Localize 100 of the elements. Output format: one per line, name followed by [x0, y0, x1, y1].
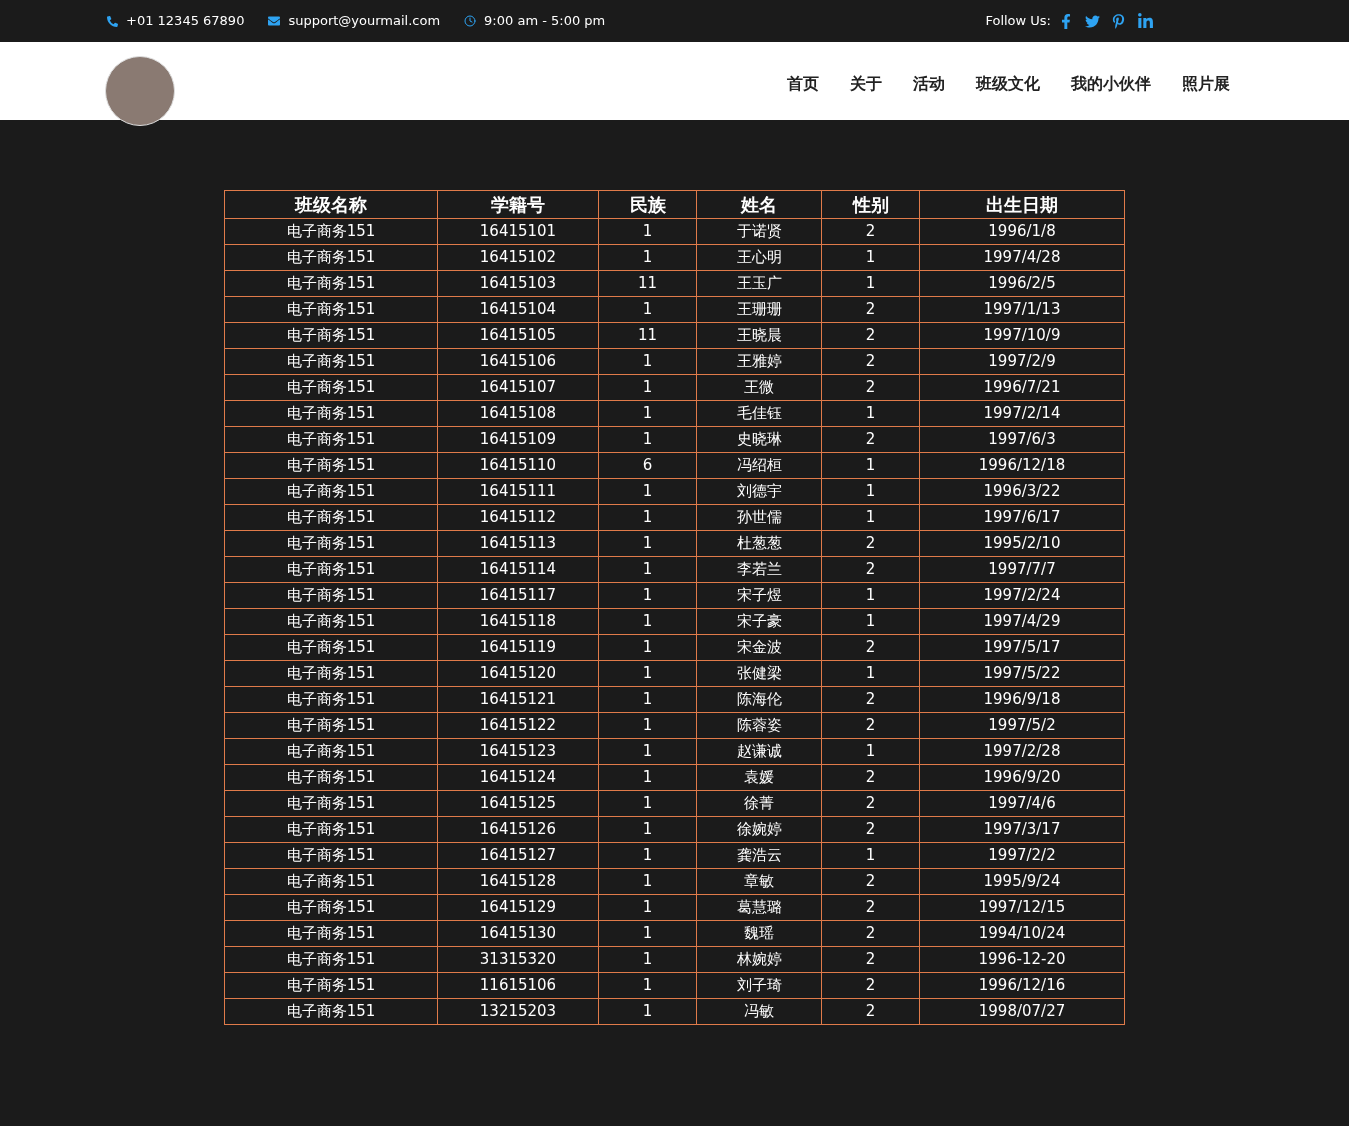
table-cell: 1	[598, 842, 697, 869]
mail-icon	[268, 15, 281, 27]
table-cell: 1	[821, 270, 920, 297]
table-cell: 毛佳钰	[696, 400, 822, 427]
table-cell: 电子商务151	[224, 998, 438, 1025]
table-cell: 1996/1/8	[919, 218, 1125, 245]
table-cell: 2	[821, 998, 920, 1025]
table-cell: 2	[821, 634, 920, 661]
table-cell: 1	[821, 244, 920, 271]
table-cell: 1	[598, 764, 697, 791]
table-cell: 电子商务151	[224, 400, 438, 427]
table-cell: 16415107	[437, 374, 599, 401]
table-cell: 1997/12/15	[919, 894, 1125, 921]
table-cell: 电子商务151	[224, 764, 438, 791]
table-cell: 章敏	[696, 868, 822, 895]
table-cell: 电子商务151	[224, 270, 438, 297]
table-cell: 电子商务151	[224, 504, 438, 531]
table-cell: 电子商务151	[224, 244, 438, 271]
table-cell: 1	[598, 348, 697, 375]
nav-link[interactable]: 关于	[850, 72, 882, 96]
table-cell: 电子商务151	[224, 582, 438, 609]
table-cell: 16415110	[437, 452, 599, 479]
table-cell: 1	[598, 868, 697, 895]
table-cell: 陈蓉姿	[696, 712, 822, 739]
table-cell: 16415130	[437, 920, 599, 947]
table-cell: 1997/4/6	[919, 790, 1125, 817]
table-cell: 16415113	[437, 530, 599, 557]
table-cell: 孙世儒	[696, 504, 822, 531]
table-cell: 电子商务151	[224, 920, 438, 947]
table-cell: 电子商务151	[224, 686, 438, 713]
table-cell: 1	[821, 478, 920, 505]
table-cell: 刘子琦	[696, 972, 822, 999]
table-cell: 1995/9/24	[919, 868, 1125, 895]
table-cell: 1	[598, 738, 697, 765]
table-cell: 1	[598, 608, 697, 635]
nav-link[interactable]: 首页	[787, 72, 819, 96]
table-cell: 电子商务151	[224, 426, 438, 453]
table-cell: 1	[598, 660, 697, 687]
table-cell: 2	[821, 920, 920, 947]
linkedin-icon[interactable]	[1137, 12, 1154, 30]
table-cell: 16415105	[437, 322, 599, 349]
table-cell: 1	[598, 530, 697, 557]
table-cell: 2	[821, 972, 920, 999]
table-cell: 1997/6/3	[919, 426, 1125, 453]
table-cell: 葛慧璐	[696, 894, 822, 921]
table-cell: 1	[598, 894, 697, 921]
table-cell: 徐菁	[696, 790, 822, 817]
table-cell: 1997/6/17	[919, 504, 1125, 531]
table-cell: 16415117	[437, 582, 599, 609]
table-cell: 1	[598, 946, 697, 973]
table-cell: 电子商务151	[224, 790, 438, 817]
twitter-icon[interactable]	[1085, 13, 1100, 29]
table-cell: 13215203	[437, 998, 599, 1025]
table-cell: 16415108	[437, 400, 599, 427]
table-cell: 1996/12/18	[919, 452, 1125, 479]
table-cell: 史晓琳	[696, 426, 822, 453]
table-cell: 1	[821, 504, 920, 531]
table-cell: 于诺贤	[696, 218, 822, 245]
table-cell: 王心明	[696, 244, 822, 271]
table-cell: 2	[821, 868, 920, 895]
table-cell: 16415120	[437, 660, 599, 687]
table-cell: 1997/4/28	[919, 244, 1125, 271]
table-cell: 16415106	[437, 348, 599, 375]
pinterest-icon[interactable]	[1112, 13, 1125, 29]
table-cell: 1996/12/16	[919, 972, 1125, 999]
table-cell: 1	[598, 582, 697, 609]
table-cell: 2	[821, 426, 920, 453]
table-cell: 1	[598, 920, 697, 947]
column-header: 出生日期	[919, 190, 1125, 219]
table-cell: 1996/9/20	[919, 764, 1125, 791]
table-cell: 冯绍桓	[696, 452, 822, 479]
table-cell: 6	[598, 452, 697, 479]
table-cell: 1	[598, 400, 697, 427]
table-cell: 电子商务151	[224, 530, 438, 557]
nav-link[interactable]: 班级文化	[976, 72, 1040, 96]
table-cell: 电子商务151	[224, 946, 438, 973]
table-cell: 1997/2/28	[919, 738, 1125, 765]
table-cell: 1996/7/21	[919, 374, 1125, 401]
table-cell: 1	[598, 218, 697, 245]
nav-link[interactable]: 我的小伙伴	[1071, 72, 1151, 96]
table-cell: 16415126	[437, 816, 599, 843]
table-cell: 2	[821, 296, 920, 323]
table-cell: 2	[821, 712, 920, 739]
table-cell: 16415122	[437, 712, 599, 739]
table-cell: 李若兰	[696, 556, 822, 583]
nav-link[interactable]: 活动	[913, 72, 945, 96]
nav-link[interactable]: 照片展	[1182, 72, 1230, 96]
table-cell: 1	[598, 634, 697, 661]
table-cell: 1	[598, 998, 697, 1025]
facebook-icon[interactable]	[1059, 13, 1073, 29]
email-address: support@yourmail.com	[288, 12, 441, 31]
table-cell: 1997/4/29	[919, 608, 1125, 635]
table-cell: 电子商务151	[224, 322, 438, 349]
table-cell: 袁媛	[696, 764, 822, 791]
table-cell: 1997/5/17	[919, 634, 1125, 661]
table-cell: 1997/2/9	[919, 348, 1125, 375]
table-cell: 赵谦诚	[696, 738, 822, 765]
table-cell: 16415127	[437, 842, 599, 869]
table-cell: 王晓晨	[696, 322, 822, 349]
table-cell: 电子商务151	[224, 452, 438, 479]
